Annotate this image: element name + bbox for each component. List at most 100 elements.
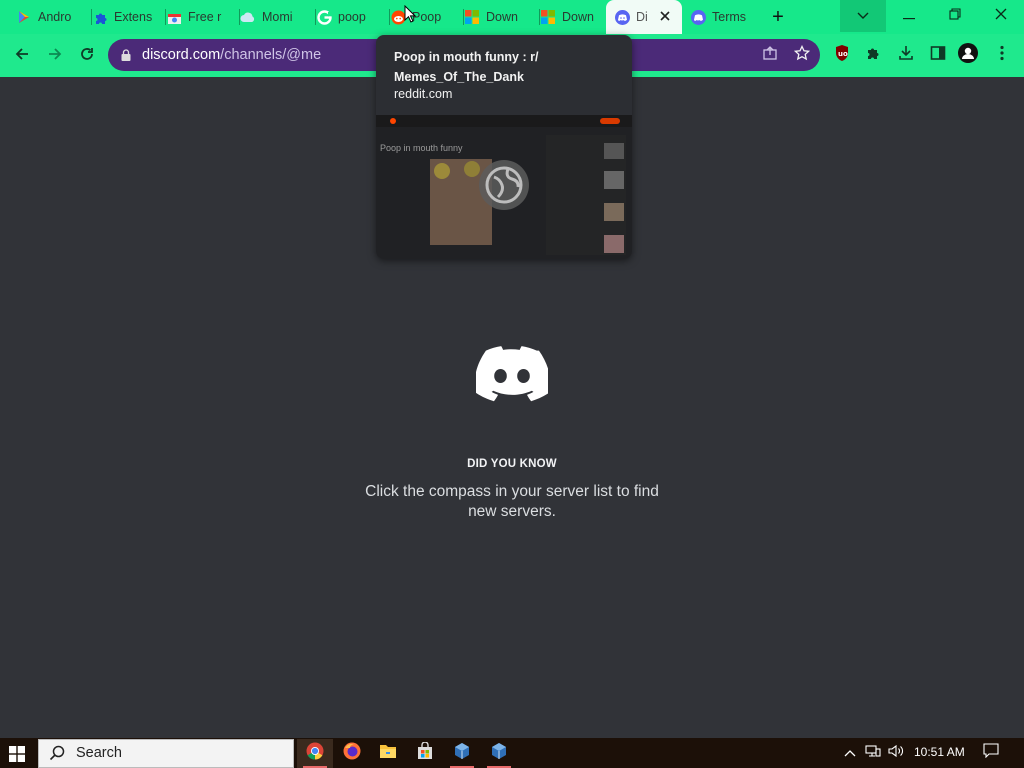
tab-free[interactable]: Free r	[158, 0, 240, 34]
tab-label: Down	[486, 10, 518, 24]
virtualbox-icon	[490, 742, 508, 765]
thumb-image-blob	[434, 163, 450, 179]
globe-icon	[478, 159, 530, 211]
action-center-button[interactable]	[982, 743, 1000, 763]
mouse-cursor-icon	[404, 5, 416, 23]
thumb-sidebar-thumb	[604, 235, 624, 253]
taskbar-chrome[interactable]	[297, 739, 333, 768]
chrome-icon	[306, 742, 324, 765]
tab-download-2[interactable]: Down	[532, 0, 614, 34]
taskbar-clock[interactable]: 10:51 AM	[914, 745, 965, 759]
microsoft-icon	[540, 9, 556, 25]
profile-button[interactable]	[958, 42, 978, 68]
search-icon	[49, 745, 65, 766]
download-icon	[898, 45, 914, 66]
thumb-orange-button	[600, 118, 620, 124]
kebab-menu-icon	[1000, 45, 1004, 66]
thumb-sidebar-thumb	[604, 143, 624, 159]
ublock-button[interactable]: uo	[832, 44, 852, 65]
downloads-button[interactable]	[896, 45, 916, 65]
hover-card-domain: reddit.com	[394, 87, 453, 101]
store-bag-icon	[416, 741, 434, 765]
forward-button[interactable]	[43, 44, 67, 68]
tab-label: Down	[562, 10, 594, 24]
chevron-down-icon	[857, 7, 869, 25]
side-panel-button[interactable]	[928, 45, 948, 65]
reload-icon	[79, 46, 95, 67]
tray-overflow-button[interactable]	[842, 745, 858, 761]
google-icon	[316, 9, 332, 25]
windows-start-icon[interactable]	[9, 746, 25, 762]
microsoft-icon	[464, 9, 480, 25]
tab-android[interactable]: Andro	[8, 0, 92, 34]
taskbar-store[interactable]	[407, 739, 443, 768]
puzzle-icon	[92, 9, 108, 25]
tip-text: Click the compass in your server list to…	[365, 483, 659, 520]
tab-hover-card: Poop in mouth funny : r/ Memes_Of_The_Da…	[376, 35, 632, 259]
thumb-post-title: Poop in mouth funny	[380, 143, 463, 153]
minimize-button[interactable]	[886, 0, 932, 32]
tab-terms[interactable]: Terms	[682, 0, 766, 34]
tab-reddit[interactable]: Poop	[382, 0, 464, 34]
discord-logo-icon	[476, 346, 548, 402]
taskbar-virtualbox-1[interactable]	[444, 739, 480, 768]
reload-button[interactable]	[75, 44, 99, 68]
speaker-icon	[888, 744, 906, 763]
side-panel-icon	[930, 45, 946, 66]
taskbar-file-explorer[interactable]	[370, 739, 406, 768]
tab-label: Poop	[412, 10, 442, 24]
url-path: /channels/@me	[220, 47, 322, 63]
tab-label: Free r	[188, 10, 222, 24]
arrow-right-icon	[47, 46, 63, 67]
notification-icon	[983, 743, 999, 763]
did-you-know-heading: DID YOU KNOW	[467, 458, 557, 470]
tab-discord-active[interactable]: Di	[606, 0, 682, 34]
tab-extensions[interactable]: Extens	[84, 0, 166, 34]
folder-icon	[379, 743, 397, 764]
tray-network[interactable]	[864, 744, 882, 763]
hover-card-thumbnail: Poop in mouth funny	[376, 115, 632, 259]
taskbar-search-placeholder: Search	[76, 745, 122, 761]
tab-label: Momi	[262, 10, 293, 24]
arrow-left-icon	[14, 46, 30, 67]
restore-icon	[949, 7, 961, 25]
star-icon	[793, 44, 811, 66]
network-icon	[865, 744, 881, 763]
lock-icon[interactable]	[121, 48, 131, 61]
close-tab-icon[interactable]	[658, 9, 672, 23]
menu-button[interactable]	[992, 45, 1012, 65]
tab-label: Extens	[114, 10, 153, 24]
close-window-button[interactable]	[978, 0, 1024, 32]
thumb-header-bar	[376, 115, 632, 127]
tab-momi[interactable]: Momi	[232, 0, 316, 34]
tab-download-1[interactable]: Down	[456, 0, 540, 34]
cloud-icon	[240, 9, 256, 25]
tab-label: Terms	[712, 10, 747, 24]
extensions-button[interactable]	[864, 45, 884, 65]
new-tab-button[interactable]: +	[767, 6, 789, 28]
firefox-icon	[343, 742, 361, 765]
google-play-icon	[16, 9, 32, 25]
chrome-store-icon	[166, 9, 182, 25]
back-button[interactable]	[10, 44, 34, 68]
url-text[interactable]: discord.com/channels/@me	[142, 47, 321, 63]
url-host: discord.com	[142, 47, 221, 63]
tab-label: Di	[636, 10, 648, 24]
taskbar-virtualbox-2[interactable]	[481, 739, 517, 768]
close-icon	[995, 7, 1007, 25]
taskbar-firefox[interactable]	[334, 739, 370, 768]
share-icon	[762, 45, 778, 66]
thumb-sidebar-thumb	[604, 203, 624, 221]
tab-poop-search[interactable]: poop	[308, 0, 390, 34]
tab-search-button[interactable]	[840, 0, 886, 32]
chevron-up-icon	[844, 744, 856, 762]
tray-volume[interactable]	[888, 744, 906, 763]
minimize-icon	[903, 7, 915, 25]
restore-button[interactable]	[932, 0, 978, 32]
hover-card-title: Poop in mouth funny : r/ Memes_Of_The_Da…	[394, 50, 539, 84]
bookmark-button[interactable]	[792, 44, 812, 66]
thumb-sidebar-thumb	[604, 171, 624, 189]
share-button[interactable]	[760, 45, 780, 65]
tab-label: Andro	[38, 10, 72, 24]
avatar-icon	[958, 42, 978, 68]
